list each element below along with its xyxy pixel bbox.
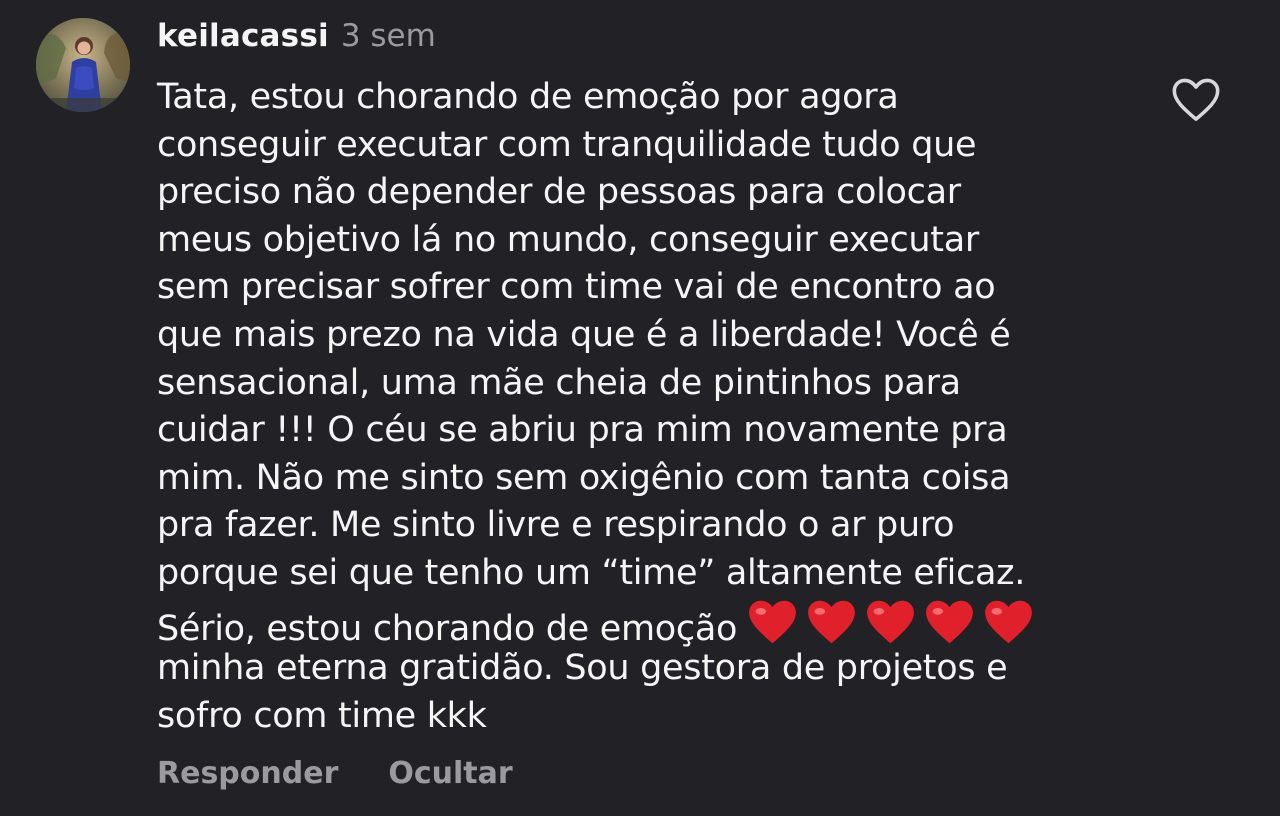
comment-line: sofro com time kkk — [157, 695, 487, 736]
red-heart-emoji — [985, 600, 1032, 643]
hide-button[interactable]: Ocultar — [388, 756, 512, 791]
comment-header: keilacassi 3 sem — [157, 18, 436, 62]
comment-line: conseguir executar com tranquilidade tud… — [157, 124, 977, 165]
comment-line: cuidar !!! O céu se abriu pra mim novame… — [157, 410, 1008, 451]
username-link[interactable]: keilacassi — [157, 18, 329, 54]
red-heart-emoji — [808, 600, 855, 643]
reply-button[interactable]: Responder — [157, 756, 338, 791]
comment-line-with-emoji: Sério, estou chorando de emoção — [157, 598, 1137, 649]
comment-line: porque sei que tenho um “time” altamente… — [157, 552, 1026, 593]
comment-line: minha eterna gratidão. Sou gestora de pr… — [157, 648, 1008, 689]
heart-outline-icon — [1172, 78, 1220, 121]
like-button[interactable] — [1168, 74, 1224, 126]
comment-line: preciso não depender de pessoas para col… — [157, 172, 961, 213]
heart-emoji-group — [747, 598, 1034, 646]
comment-timestamp: 3 sem — [340, 18, 436, 54]
profile-photo — [36, 18, 130, 112]
comment-line: Sério, estou chorando de emoção — [157, 608, 738, 649]
comment-line: pra fazer. Me sinto livre e respirando o… — [157, 505, 955, 546]
comment-line: meus objetivo lá no mundo, conseguir exe… — [157, 219, 979, 260]
avatar[interactable] — [36, 18, 130, 112]
comment-line: Tata, estou chorando de emoção por agora — [157, 77, 899, 117]
comment-text: Tata, estou chorando de emoção por agora… — [157, 74, 1137, 740]
comment-line: que mais prezo na vida que é a liberdade… — [157, 314, 1011, 355]
red-heart-emoji — [867, 600, 914, 643]
comment-line: sem precisar sofrer com time vai de enco… — [157, 267, 996, 308]
comment-line: sensacional, uma mãe cheia de pintinhos … — [157, 362, 961, 403]
red-heart-emoji — [749, 600, 796, 643]
comment: keilacassi 3 sem Tata, estou chorando de… — [0, 0, 1280, 816]
red-heart-emoji — [926, 600, 973, 643]
comment-actions: Responder Ocultar — [157, 756, 513, 791]
comment-line: mim. Não me sinto sem oxigênio com tanta… — [157, 457, 1011, 498]
